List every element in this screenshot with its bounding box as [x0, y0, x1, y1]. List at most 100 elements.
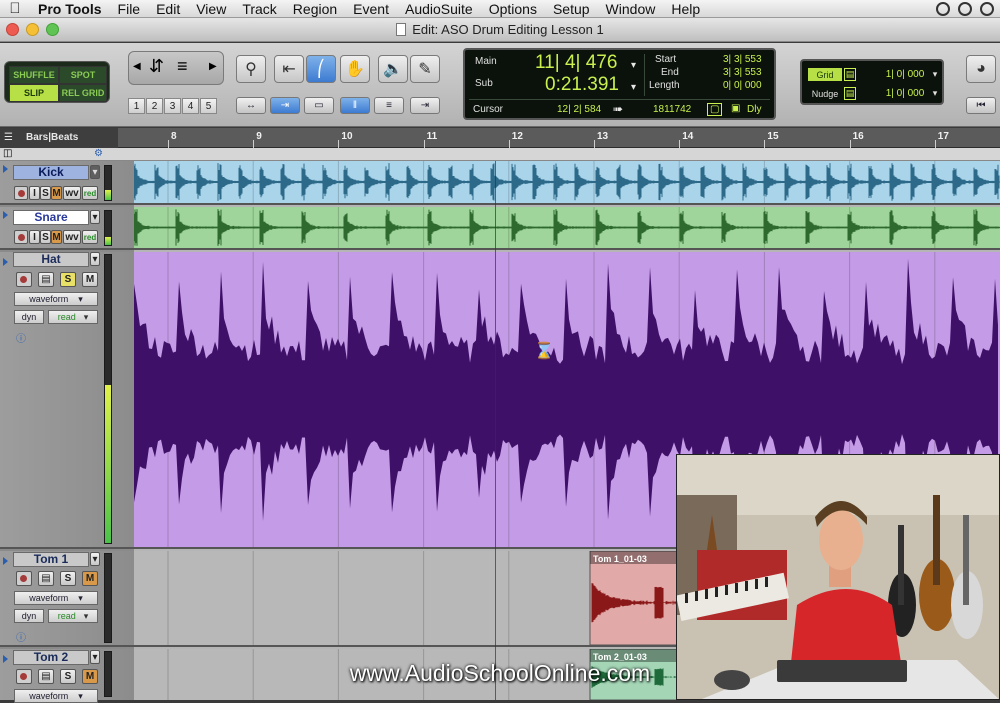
input-monitor-button[interactable]: I: [29, 230, 40, 244]
close-window-button[interactable]: [6, 23, 19, 36]
slip-mode-button[interactable]: SLIP: [9, 84, 59, 102]
track-name-hat[interactable]: Hat: [13, 252, 89, 267]
clock-icon[interactable]: [936, 1, 950, 16]
input-monitor-icon[interactable]: ▤: [38, 669, 54, 684]
sync-icon[interactable]: [980, 1, 994, 16]
main-counter-dropdown-icon[interactable]: ▾: [631, 60, 636, 71]
track-name-snare[interactable]: Snare: [13, 210, 89, 225]
menu-region[interactable]: Region: [285, 0, 345, 18]
solo-button[interactable]: S: [60, 272, 76, 287]
shuffle-mode-button[interactable]: SHUFFLE: [9, 66, 59, 84]
track-expand-icon[interactable]: [3, 258, 8, 266]
sub-counter-value[interactable]: 0:21.391: [545, 74, 619, 96]
track-expand-icon[interactable]: [3, 557, 8, 565]
audio-zoom-icon[interactable]: ⇵: [149, 56, 164, 77]
track-view-selector[interactable]: waveform ▾: [14, 591, 98, 605]
menu-options[interactable]: Options: [481, 0, 545, 18]
solo-button[interactable]: S: [60, 669, 76, 684]
zoom-window-button[interactable]: [46, 23, 59, 36]
start-value[interactable]: 3| 3| 553: [723, 54, 762, 65]
track-name-kick[interactable]: Kick: [13, 165, 89, 180]
scrubber-tool-icon[interactable]: 🔈: [378, 55, 408, 83]
automation-mode-button[interactable]: red: [82, 186, 98, 200]
snare-region-waveform[interactable]: [134, 207, 1000, 248]
lane-snare[interactable]: [134, 207, 1000, 250]
mute-button[interactable]: M: [82, 669, 98, 684]
zoom-left-arrow-icon[interactable]: ◀: [133, 61, 141, 72]
spot-mode-button[interactable]: SPOT: [59, 66, 107, 84]
bars-beats-ruler[interactable]: ☰ Bars|Beats 8 9 10 11 12 13 14 15 16 17: [0, 128, 1000, 148]
automation-mode-button[interactable]: red: [82, 230, 98, 244]
zoom-right-arrow-icon[interactable]: ▶: [209, 61, 217, 72]
solo-button[interactable]: S: [60, 571, 76, 586]
delay-comp-icon[interactable]: ▢: [707, 103, 723, 116]
minimize-window-button[interactable]: [26, 23, 39, 36]
insertion-follows-icon[interactable]: ⇥: [410, 97, 440, 114]
nudge-value[interactable]: 1| 0| 000: [880, 87, 930, 100]
track-view-button[interactable]: wv: [63, 186, 81, 200]
menu-setup[interactable]: Setup: [545, 0, 598, 18]
trim-tool-icon[interactable]: ⇤: [274, 55, 304, 83]
grid-value[interactable]: 1| 0| 000: [880, 68, 930, 81]
lane-kick[interactable]: [134, 161, 1000, 205]
menu-window[interactable]: Window: [598, 0, 664, 18]
view-options-icon[interactable]: ◫: [3, 148, 12, 159]
mute-button[interactable]: M: [82, 272, 98, 287]
zoom-preset-2[interactable]: 2: [146, 98, 163, 114]
track-name-tom-1[interactable]: Tom 1: [13, 552, 89, 567]
automation-view-button[interactable]: dyn: [14, 310, 44, 324]
mute-button[interactable]: M: [82, 571, 98, 586]
menu-help[interactable]: Help: [663, 0, 708, 18]
menu-track[interactable]: Track: [234, 0, 284, 18]
track-color-dropdown-icon[interactable]: ▾: [90, 165, 100, 179]
record-arm-button[interactable]: [16, 571, 32, 586]
track-color-dropdown-icon[interactable]: ▾: [90, 210, 100, 224]
voice-assign-icon[interactable]: ⓘ: [16, 330, 26, 345]
midi-zoom-icon[interactable]: ≡: [177, 56, 188, 77]
main-counter-value[interactable]: 11| 4| 476: [535, 52, 617, 74]
zoom-preset-5[interactable]: 5: [200, 98, 217, 114]
record-arm-button[interactable]: [16, 669, 32, 684]
sub-counter-dropdown-icon[interactable]: ▾: [631, 82, 636, 93]
track-expand-icon[interactable]: [3, 211, 8, 219]
zoom-preset-4[interactable]: 4: [182, 98, 199, 114]
nudge-dropdown-icon[interactable]: ▾: [930, 87, 940, 100]
track-color-dropdown-icon[interactable]: ▾: [90, 650, 100, 664]
track-color-dropdown-icon[interactable]: ▾: [90, 252, 100, 266]
selector-tool-icon[interactable]: ⎛: [306, 55, 336, 83]
track-name-tom-2[interactable]: Tom 2: [13, 650, 89, 665]
menu-event[interactable]: Event: [345, 0, 397, 18]
record-arm-button[interactable]: [14, 186, 28, 200]
menu-audiosuite[interactable]: AudioSuite: [397, 0, 481, 18]
kick-region-waveform[interactable]: [134, 161, 1000, 203]
grid-toggle-button[interactable]: Grid: [808, 68, 842, 81]
grabber-tool-icon[interactable]: ✋: [340, 55, 370, 83]
link-timeline-icon[interactable]: ▭: [304, 97, 334, 114]
relgrid-mode-button[interactable]: REL GRID: [59, 84, 107, 102]
track-view-button[interactable]: wv: [63, 230, 81, 244]
track-view-selector[interactable]: waveform ▾: [14, 689, 98, 703]
pencil-tool-icon[interactable]: ✎: [410, 55, 440, 83]
end-value[interactable]: 3| 3| 553: [723, 67, 762, 78]
time-machine-icon[interactable]: [958, 1, 972, 16]
automation-view-button[interactable]: dyn: [14, 609, 44, 623]
track-color-dropdown-icon[interactable]: ▾: [90, 552, 100, 566]
solo-button[interactable]: S: [40, 230, 51, 244]
zoomer-tool-icon[interactable]: ⚲: [236, 55, 266, 83]
track-expand-icon[interactable]: [3, 165, 8, 173]
return-to-zero-icon[interactable]: ⏮: [966, 97, 996, 114]
apple-menu-icon[interactable]: : [0, 0, 30, 17]
zoom-preset-1[interactable]: 1: [128, 98, 145, 114]
menu-view[interactable]: View: [188, 0, 234, 18]
input-monitor-icon[interactable]: ▤: [38, 571, 54, 586]
input-monitor-button[interactable]: I: [29, 186, 40, 200]
mirror-midi-icon[interactable]: ≡: [374, 97, 404, 114]
zoom-toggle-icon[interactable]: ↔: [236, 97, 266, 114]
nudge-label[interactable]: Nudge: [808, 87, 842, 100]
menu-edit[interactable]: Edit: [148, 0, 188, 18]
track-view-selector[interactable]: waveform ▾: [14, 292, 98, 306]
app-menu[interactable]: Pro Tools: [30, 0, 110, 18]
automation-mode-selector[interactable]: read ▾: [48, 310, 98, 324]
tab-to-transient-icon[interactable]: ⇥: [270, 97, 300, 114]
automation-mode-selector[interactable]: read ▾: [48, 609, 98, 623]
